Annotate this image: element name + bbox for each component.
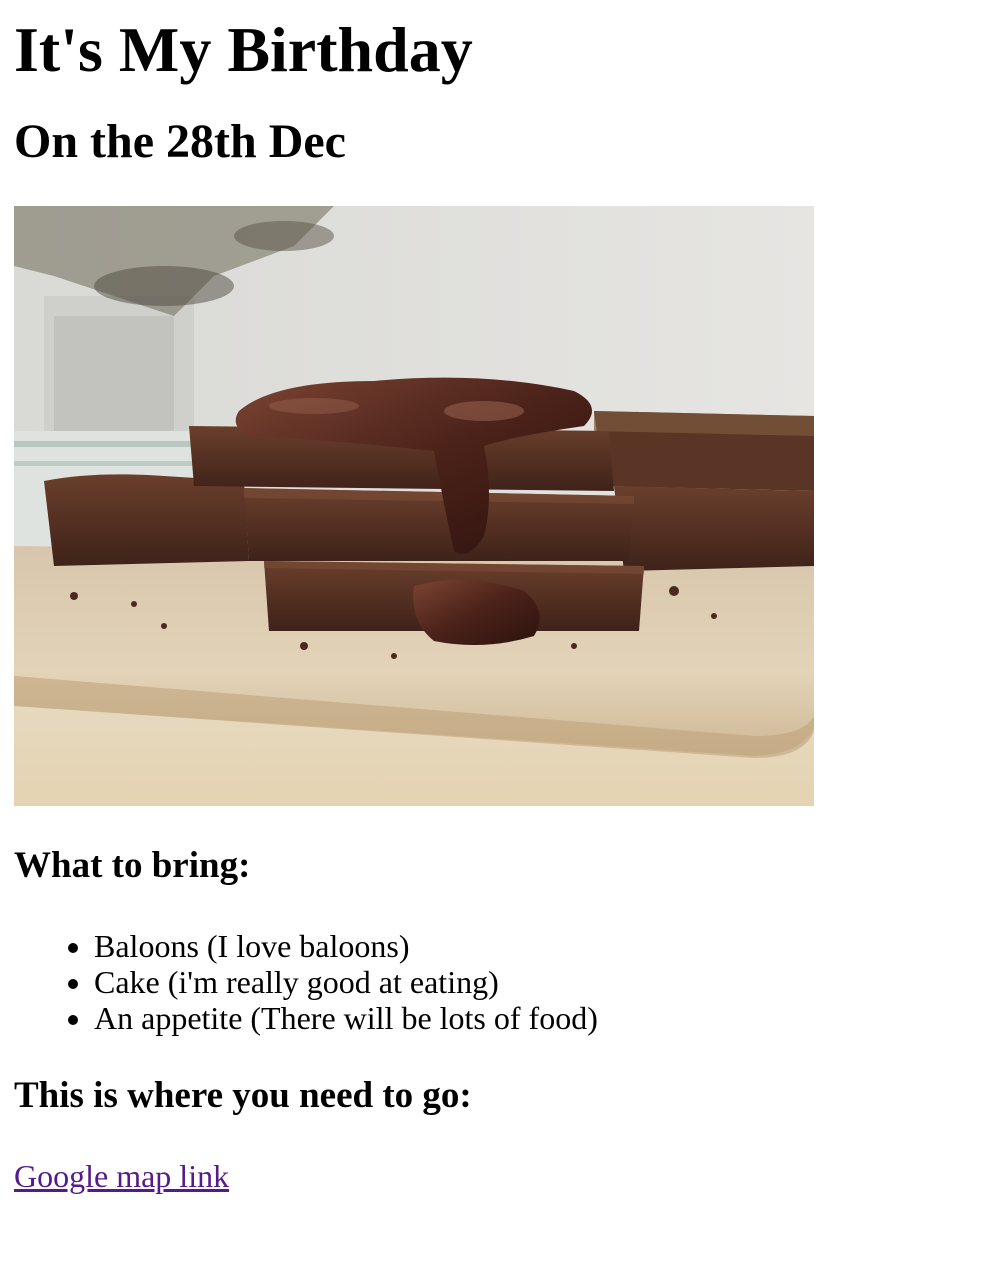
what-to-bring-heading: What to bring: [14, 845, 251, 886]
event-date-heading: On the 28th Dec [14, 115, 346, 168]
google-map-link[interactable]: Google map link [14, 1158, 229, 1194]
list-item: An appetite (There will be lots of food) [94, 1000, 974, 1036]
location-heading: This is where you need to go: [14, 1075, 472, 1116]
page: It's My Birthday On the 28th Dec What to… [0, 12, 988, 1194]
chocolate-brownies-icon [14, 206, 814, 806]
brownies-photo [14, 206, 814, 806]
bring-list: Baloons (I love baloons) Cake (i'm reall… [14, 928, 974, 1036]
page-title: It's My Birthday [14, 14, 473, 85]
list-item: Cake (i'm really good at eating) [94, 964, 974, 1000]
list-item: Baloons (I love baloons) [94, 928, 974, 964]
